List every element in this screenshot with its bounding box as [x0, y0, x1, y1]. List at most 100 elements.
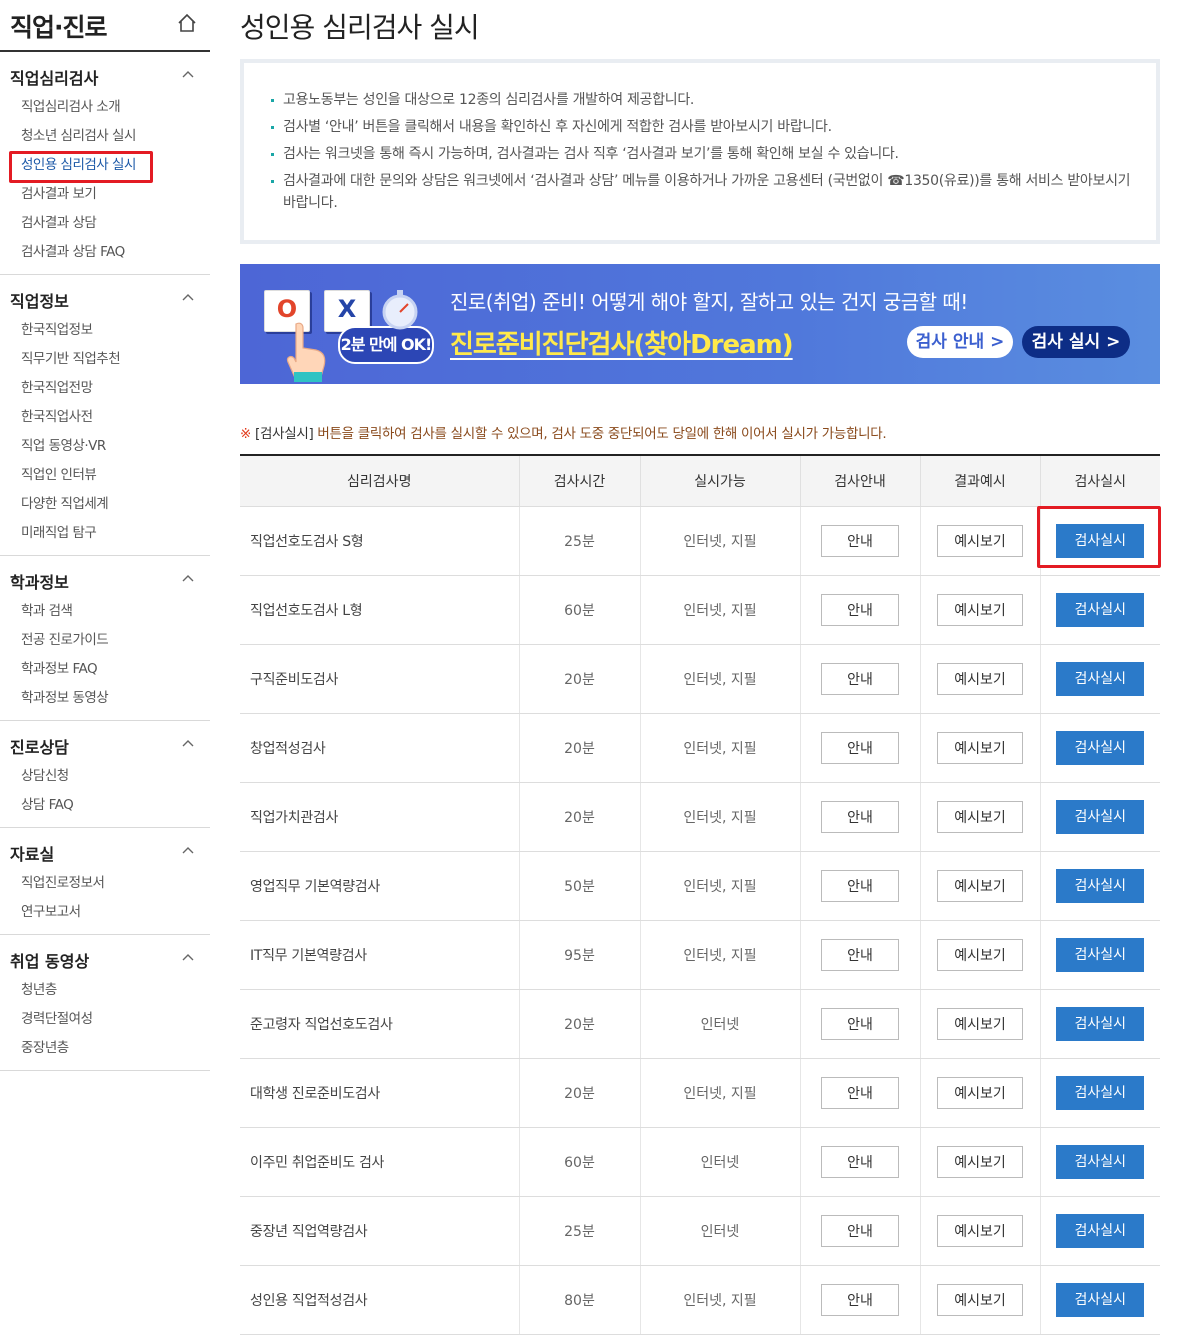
example-button[interactable]: 예시보기	[937, 1008, 1023, 1040]
sidebar-group-header[interactable]: 자료실	[0, 838, 210, 866]
sidebar-item[interactable]: 상담 FAQ	[0, 788, 210, 817]
sidebar-item[interactable]: 다양한 직업세계	[0, 487, 210, 516]
guide-button[interactable]: 안내	[821, 663, 899, 695]
run-test-button[interactable]: 검사실시	[1056, 1007, 1145, 1041]
sidebar-item[interactable]: 중장년층	[0, 1031, 210, 1060]
sidebar-item[interactable]: 학과정보 동영상	[0, 681, 210, 710]
sidebar-item[interactable]: 경력단절여성	[0, 1002, 210, 1031]
example-button[interactable]: 예시보기	[937, 594, 1023, 626]
test-name: 대학생 진로준비도검사	[240, 1058, 519, 1128]
sidebar-item-label: 중장년층	[21, 1040, 69, 1056]
run-test-button[interactable]: 검사실시	[1056, 1145, 1145, 1179]
guide-cell: 안내	[799, 644, 920, 714]
example-button[interactable]: 예시보기	[937, 1215, 1023, 1247]
run-test-button[interactable]: 검사실시	[1056, 593, 1145, 627]
sidebar-header: 직업·진로	[0, 0, 210, 52]
sidebar-item[interactable]: 상담신청	[0, 759, 210, 788]
chevron-up-icon[interactable]	[182, 574, 194, 582]
banner-guide-button[interactable]: 검사 안내 >	[907, 326, 1013, 358]
run-test-button[interactable]: 검사실시	[1056, 1214, 1145, 1248]
run-test-button[interactable]: 검사실시	[1056, 869, 1145, 903]
table-row: 성인용 직업적성검사 80분 인터넷, 지필 안내 예시보기 검사실시	[240, 1265, 1160, 1335]
chevron-up-icon[interactable]	[182, 953, 194, 961]
sidebar-item[interactable]: 직업인 인터뷰	[0, 458, 210, 487]
chevron-up-icon[interactable]	[182, 293, 194, 301]
sidebar-item-label: 청년층	[21, 982, 57, 998]
guide-button[interactable]: 안내	[821, 732, 899, 764]
test-name: 직업선호도검사 S형	[240, 506, 519, 576]
run-cell: 검사실시	[1039, 713, 1160, 783]
example-button[interactable]: 예시보기	[937, 663, 1023, 695]
sidebar-item[interactable]: 직무기반 직업추천	[0, 342, 210, 371]
run-test-button[interactable]: 검사실시	[1056, 938, 1145, 972]
example-button[interactable]: 예시보기	[937, 801, 1023, 833]
sidebar-item[interactable]: 한국직업정보	[0, 313, 210, 342]
guide-button[interactable]: 안내	[821, 525, 899, 557]
sidebar-group-header[interactable]: 진로상담	[0, 731, 210, 759]
sidebar-item[interactable]: 청년층	[0, 973, 210, 1002]
sidebar-item-label: 전공 진로가이드	[21, 632, 109, 648]
sidebar-item[interactable]: 직업진로정보서	[0, 866, 210, 895]
guide-button[interactable]: 안내	[821, 870, 899, 902]
guide-button[interactable]: 안내	[821, 1008, 899, 1040]
test-mode: 인터넷, 지필	[639, 851, 800, 921]
home-icon[interactable]	[176, 12, 198, 34]
sidebar-item-label: 직업 동영상·VR	[21, 438, 106, 454]
run-test-button[interactable]: 검사실시	[1056, 1076, 1145, 1110]
sidebar-group-header[interactable]: 학과정보	[0, 566, 210, 594]
guide-button[interactable]: 안내	[821, 1146, 899, 1178]
guide-button[interactable]: 안내	[821, 939, 899, 971]
sidebar-item-label: 연구보고서	[21, 904, 81, 920]
sidebar-item[interactable]: 직업심리검사 소개	[0, 90, 210, 119]
table-header-row: 심리검사명 검사시간 실시가능 검사안내 결과예시 검사실시	[240, 454, 1160, 507]
run-test-button[interactable]: 검사실시	[1056, 731, 1145, 765]
run-cell: 검사실시	[1039, 1127, 1160, 1197]
test-time: 80분	[518, 1265, 640, 1335]
guide-button[interactable]: 안내	[821, 801, 899, 833]
test-time: 20분	[518, 644, 640, 714]
note-mark: ※	[240, 426, 252, 442]
sidebar-item[interactable]: 전공 진로가이드	[0, 623, 210, 652]
header-example: 결과예시	[919, 454, 1040, 507]
run-test-button[interactable]: 검사실시	[1056, 662, 1145, 696]
sidebar-item[interactable]: 한국직업사전	[0, 400, 210, 429]
chevron-up-icon[interactable]	[182, 846, 194, 854]
chevron-up-icon[interactable]	[182, 739, 194, 747]
example-button[interactable]: 예시보기	[937, 1146, 1023, 1178]
sidebar-item[interactable]: 직업 동영상·VR	[0, 429, 210, 458]
example-button[interactable]: 예시보기	[937, 870, 1023, 902]
guide-cell: 안내	[799, 713, 920, 783]
sidebar-item[interactable]: 연구보고서	[0, 895, 210, 924]
table-row: 준고령자 직업선호도검사 20분 인터넷 안내 예시보기 검사실시	[240, 989, 1160, 1059]
sidebar-group-header[interactable]: 직업심리검사	[0, 62, 210, 90]
sidebar-item[interactable]: 한국직업전망	[0, 371, 210, 400]
sidebar-item[interactable]: 청소년 심리검사 실시	[0, 119, 210, 148]
example-button[interactable]: 예시보기	[937, 939, 1023, 971]
sidebar-item[interactable]: 미래직업 탐구	[0, 516, 210, 545]
example-button[interactable]: 예시보기	[937, 1284, 1023, 1316]
sidebar-item[interactable]: 학과 검색	[0, 594, 210, 623]
run-test-button[interactable]: 검사실시	[1056, 800, 1145, 834]
sidebar-item-label: 검사결과 상담	[21, 215, 97, 231]
sidebar-item[interactable]: 검사결과 상담	[0, 206, 210, 235]
run-test-button[interactable]: 검사실시	[1056, 1283, 1145, 1317]
example-button[interactable]: 예시보기	[937, 1077, 1023, 1109]
sidebar-group-header[interactable]: 취업 동영상	[0, 945, 210, 973]
guide-button[interactable]: 안내	[821, 1077, 899, 1109]
example-cell: 예시보기	[919, 1196, 1040, 1266]
sidebar-item[interactable]: 검사결과 상담 FAQ	[0, 235, 210, 264]
guide-button[interactable]: 안내	[821, 1215, 899, 1247]
test-name: IT직무 기본역량검사	[240, 920, 519, 990]
guide-button[interactable]: 안내	[821, 1284, 899, 1316]
notice-item: 검사는 워크넷을 통해 즉시 가능하며, 검사결과는 검사 직후 ‘검사결과 보…	[271, 143, 1131, 165]
sidebar-group: 학과정보 학과 검색전공 진로가이드학과정보 FAQ 학과정보 동영상	[0, 556, 210, 721]
guide-button[interactable]: 안내	[821, 594, 899, 626]
career-test-banner[interactable]: O X 2분 만에 OK! 진로(취업) 준비! 어떻게 해야 할지, 잘하고 …	[240, 264, 1160, 384]
banner-run-button[interactable]: 검사 실시 >	[1022, 326, 1130, 358]
sidebar-group-header[interactable]: 직업정보	[0, 285, 210, 313]
sidebar-item-label: 검사결과 상담 FAQ	[21, 244, 125, 260]
sidebar-item[interactable]: 학과정보 FAQ	[0, 652, 210, 681]
chevron-up-icon[interactable]	[182, 70, 194, 78]
example-button[interactable]: 예시보기	[937, 525, 1023, 557]
example-button[interactable]: 예시보기	[937, 732, 1023, 764]
